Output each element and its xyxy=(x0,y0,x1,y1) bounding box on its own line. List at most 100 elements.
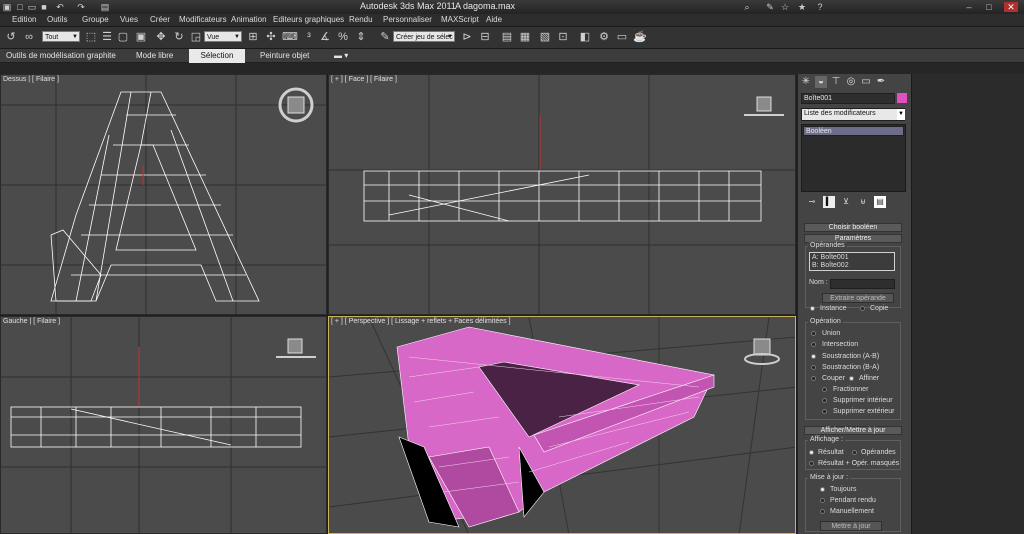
remove-outside-radio[interactable] xyxy=(822,409,827,414)
remove-modifier-icon[interactable]: ⊌ xyxy=(857,196,869,208)
object-name-field[interactable]: Boîte001 xyxy=(801,93,895,104)
create-tab-icon[interactable]: ✳ xyxy=(800,76,812,88)
viewport-left[interactable]: Gauche | [ Filaire ] xyxy=(0,316,327,534)
open-file-icon[interactable]: ▭ xyxy=(27,2,37,12)
hierarchy-tab-icon[interactable]: ⊤ xyxy=(830,76,842,88)
utilities-tab-icon[interactable]: ✒ xyxy=(875,76,887,88)
viewport-top[interactable]: Dessus | [ Filaire ] xyxy=(0,74,327,315)
configure-sets-icon[interactable]: ▤ xyxy=(874,196,886,208)
window-crossing-icon[interactable]: ▣ xyxy=(134,30,148,44)
link-icon[interactable]: ∞ xyxy=(22,30,36,44)
refine-radio[interactable] xyxy=(849,376,854,381)
maximize-button[interactable]: □ xyxy=(982,2,996,12)
new-file-icon[interactable]: □ xyxy=(15,2,25,12)
snaps-toggle-icon[interactable]: ³ xyxy=(302,30,316,44)
subtraction-ab-radio[interactable] xyxy=(811,354,816,359)
extract-operand-button[interactable]: Extraire opérande xyxy=(822,293,894,303)
display-tab-icon[interactable]: ▭ xyxy=(860,76,872,88)
app-menu-icon[interactable]: ▣ xyxy=(2,2,12,12)
menu-edition[interactable]: Edition xyxy=(12,15,36,24)
keyboard-shortcut-icon[interactable]: ⌨ xyxy=(282,30,298,44)
infocenter-icon[interactable]: ✎ xyxy=(765,2,775,12)
operands-list[interactable]: A: Boîte001 B: Boîte002 xyxy=(809,252,895,271)
split-radio[interactable] xyxy=(822,387,827,392)
help-icon[interactable]: ? xyxy=(815,2,825,12)
tab-object-paint[interactable]: Peinture objet xyxy=(254,49,315,63)
operand-b[interactable]: B: Boîte002 xyxy=(812,262,849,269)
move-icon[interactable]: ✥ xyxy=(154,30,168,44)
tab-selection[interactable]: Sélection xyxy=(189,49,245,63)
menu-groupe[interactable]: Groupe xyxy=(82,15,109,24)
menu-maxscript[interactable]: MAXScript xyxy=(441,15,479,24)
favorites-icon[interactable]: ☆ xyxy=(780,2,790,12)
menu-rendu[interactable]: Rendu xyxy=(349,15,373,24)
when-rendering-radio[interactable] xyxy=(820,498,825,503)
angle-snap-icon[interactable]: ∡ xyxy=(318,30,332,44)
remove-inside-radio[interactable] xyxy=(822,398,827,403)
show-end-result-icon[interactable]: ▍ xyxy=(823,196,835,208)
close-button[interactable]: ✕ xyxy=(1004,2,1018,12)
viewport-perspective-label[interactable]: [ + ] [ Perspective ] [ Lissage + reflet… xyxy=(331,318,511,325)
always-radio[interactable] xyxy=(820,487,825,492)
named-selection-dropdown[interactable]: Créer jeu de sélec ▼ xyxy=(393,31,455,42)
star-icon[interactable]: ★ xyxy=(797,2,807,12)
viewcube-left[interactable] xyxy=(287,338,303,354)
copy-radio[interactable] xyxy=(860,306,865,311)
scale-icon[interactable]: ◲ xyxy=(189,30,203,44)
align-icon[interactable]: ⊟ xyxy=(478,30,492,44)
curve-editor-icon[interactable]: ▧ xyxy=(538,30,552,44)
result-radio[interactable] xyxy=(809,450,814,455)
undo-scene-icon[interactable]: ↺ xyxy=(4,30,18,44)
project-folder-icon[interactable]: ▤ xyxy=(100,2,110,12)
percent-snap-icon[interactable]: % xyxy=(336,30,350,44)
viewcube-perspective[interactable] xyxy=(753,338,771,356)
render-frame-icon[interactable]: ▭ xyxy=(615,30,629,44)
menu-personnaliser[interactable]: Personnaliser xyxy=(383,15,432,24)
schematic-view-icon[interactable]: ⊡ xyxy=(556,30,570,44)
viewport-left-label[interactable]: Gauche | [ Filaire ] xyxy=(3,318,60,325)
menu-vues[interactable]: Vues xyxy=(120,15,138,24)
union-radio[interactable] xyxy=(811,331,816,336)
pivot-icon[interactable]: ⊞ xyxy=(246,30,260,44)
viewcube-front[interactable] xyxy=(756,96,772,112)
menu-animation[interactable]: Animation xyxy=(231,15,267,24)
modifier-list-dropdown[interactable]: Liste des modificateurs xyxy=(801,108,905,121)
ribbon-options-icon[interactable]: ▬ ▾ xyxy=(328,49,354,63)
intersection-radio[interactable] xyxy=(811,342,816,347)
viewport-front-label[interactable]: [ + ] [ Face ] [ Filaire ] xyxy=(331,76,397,83)
cut-radio[interactable] xyxy=(811,376,816,381)
object-color-swatch[interactable] xyxy=(897,93,907,103)
modify-tab-icon[interactable]: ◒ xyxy=(815,76,827,88)
viewport-front[interactable]: [ + ] [ Face ] [ Filaire ] xyxy=(328,74,796,315)
redo-icon[interactable]: ↷ xyxy=(76,2,86,12)
select-by-name-icon[interactable]: ☰ xyxy=(100,30,114,44)
menu-outils[interactable]: Outils xyxy=(47,15,67,24)
undo-icon[interactable]: ↶ xyxy=(55,2,65,12)
material-editor-icon[interactable]: ◧ xyxy=(578,30,592,44)
menu-editeurs-graphiques[interactable]: Editeurs graphiques xyxy=(273,15,344,24)
subtraction-ba-radio[interactable] xyxy=(811,365,816,370)
manually-radio[interactable] xyxy=(820,509,825,514)
display-update-rollout-header[interactable]: Afficher/Mettre à jour xyxy=(804,426,902,435)
stack-item-boolean[interactable]: Booléen xyxy=(803,126,904,136)
save-icon[interactable]: ■ xyxy=(39,2,49,12)
render-production-icon[interactable]: ☕ xyxy=(633,30,647,44)
motion-tab-icon[interactable]: ◎ xyxy=(845,76,857,88)
update-button[interactable]: Mettre à jour xyxy=(820,521,882,531)
chevron-down-icon[interactable]: ▼ xyxy=(897,109,905,120)
menu-modificateurs[interactable]: Modificateurs xyxy=(179,15,227,24)
reference-coord-dropdown[interactable]: Vue ▼ xyxy=(204,31,242,42)
mirror-icon[interactable]: ⊳ xyxy=(460,30,474,44)
operand-a[interactable]: A: Boîte001 xyxy=(812,254,849,261)
render-setup-icon[interactable]: ⚙ xyxy=(597,30,611,44)
select-object-icon[interactable]: ⬚ xyxy=(84,30,98,44)
selection-filter-dropdown[interactable]: Tout ▼ xyxy=(42,31,80,42)
choose-boolean-button[interactable]: Choisir booléen xyxy=(804,223,902,232)
viewport-perspective[interactable]: [ + ] [ Perspective ] [ Lissage + reflet… xyxy=(328,316,796,534)
search-icon[interactable]: ⌕ xyxy=(742,2,752,12)
rectangle-selection-icon[interactable]: ▢ xyxy=(116,30,130,44)
tab-freeform[interactable]: Mode libre xyxy=(130,49,179,63)
tab-graphite-modeling[interactable]: Outils de modélisation graphite xyxy=(0,49,122,63)
layer-manager-icon[interactable]: ▤ xyxy=(500,30,514,44)
rotate-icon[interactable]: ↻ xyxy=(172,30,186,44)
